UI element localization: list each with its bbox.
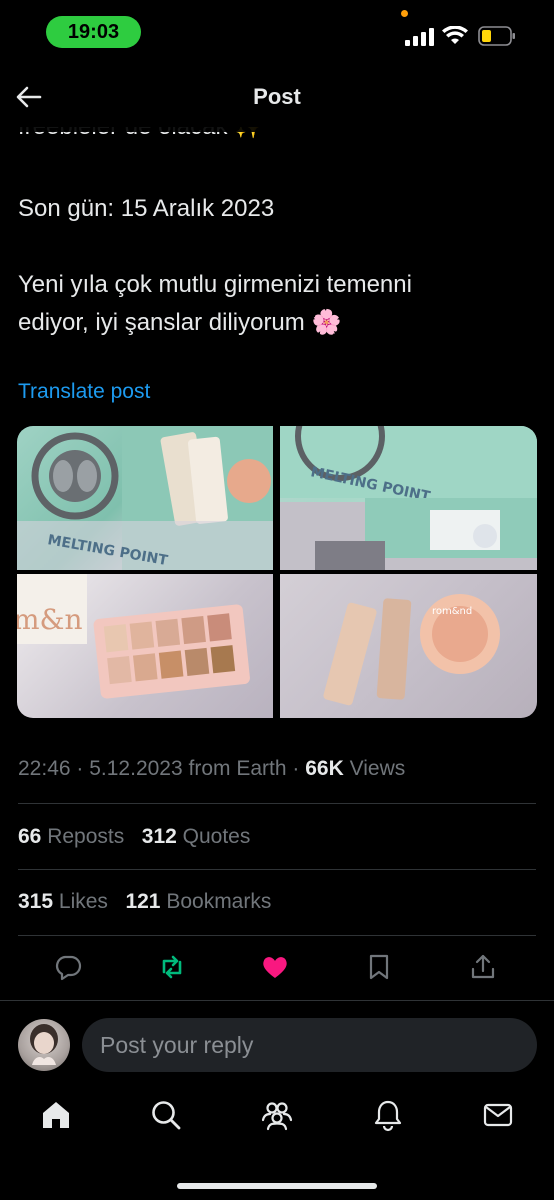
bookmarks-count: 121 xyxy=(125,890,161,913)
engagement-stats-row-1: 66 Reposts 312 Quotes xyxy=(18,825,250,849)
engagement-stats-row-2: 315 Likes 121 Bookmarks xyxy=(18,890,271,914)
post-text-line-2: ediyor, iyi şanslar diliyorum 🌸 xyxy=(18,309,342,336)
search-icon[interactable] xyxy=(149,1098,183,1132)
bookmarks-label: Bookmarks xyxy=(166,890,272,913)
like-icon[interactable] xyxy=(260,952,290,982)
communities-icon[interactable] xyxy=(260,1098,294,1132)
bookmark-icon[interactable] xyxy=(364,952,394,982)
bookmarks-link[interactable]: 121 Bookmarks xyxy=(125,890,271,913)
post-action-bar xyxy=(0,952,554,992)
quotes-count: 312 xyxy=(141,825,177,848)
divider xyxy=(18,935,536,936)
eyeshadow-palette-photo: m&n xyxy=(17,574,250,699)
views-count: 66K xyxy=(305,757,344,780)
repost-icon[interactable] xyxy=(157,952,187,982)
status-bar: 19:03 xyxy=(0,0,554,62)
media-image-2[interactable]: MELTING POINT xyxy=(280,426,537,570)
privacy-indicator-dot xyxy=(401,10,408,17)
post-timestamp-line: 22:46 · 5.12.2023 from Earth · 66K Views xyxy=(18,757,406,780)
status-time: 19:03 xyxy=(46,16,141,48)
share-icon[interactable] xyxy=(468,952,498,982)
post-date: 5.12.2023 xyxy=(89,757,183,780)
wifi-icon xyxy=(442,26,468,44)
views-label: Views xyxy=(349,757,406,780)
messages-icon[interactable] xyxy=(481,1098,515,1132)
post-text-line-1: Yeni yıla çok mutlu girmenizi temenni xyxy=(18,271,412,298)
avatar-image xyxy=(30,1024,58,1065)
gift-box-photo: MELTING POINT xyxy=(17,426,273,570)
reposts-link[interactable]: 66 Reposts xyxy=(18,825,124,848)
likes-link[interactable]: 315 Likes xyxy=(18,890,108,913)
post-header: Post xyxy=(0,62,554,132)
post-text-deadline: Son gün: 15 Aralık 2023 xyxy=(18,195,275,222)
image3-caption: m&n xyxy=(17,603,83,636)
reposts-count: 66 xyxy=(18,825,42,848)
translate-post-link[interactable]: Translate post xyxy=(18,380,150,404)
divider xyxy=(18,869,536,870)
home-indicator[interactable] xyxy=(177,1183,377,1189)
likes-count: 315 xyxy=(18,890,54,913)
divider xyxy=(18,803,536,804)
media-grid: MELTING POINT MELTING POINT m&n rom&nd xyxy=(17,426,537,718)
post-source: from Earth xyxy=(188,757,287,780)
quotes-link[interactable]: 312 Quotes xyxy=(142,825,251,848)
post-time: 22:46 xyxy=(18,757,71,780)
reply-icon[interactable] xyxy=(53,952,83,982)
page-title: Post xyxy=(253,84,301,109)
cellular-signal-icon xyxy=(405,28,434,46)
media-image-1[interactable]: MELTING POINT xyxy=(17,426,273,570)
home-icon[interactable] xyxy=(39,1098,73,1132)
reply-composer: Post your reply xyxy=(0,1000,554,1089)
media-image-4[interactable]: rom&nd xyxy=(280,574,537,718)
reposts-label: Reposts xyxy=(47,825,125,848)
media-image-3[interactable]: m&n xyxy=(17,574,273,718)
likes-label: Likes xyxy=(58,890,108,913)
image4-caption: rom&nd xyxy=(432,606,472,617)
battery-icon xyxy=(478,26,515,46)
avatar[interactable] xyxy=(18,1019,70,1071)
quotes-label: Quotes xyxy=(182,825,251,848)
notifications-icon[interactable] xyxy=(371,1098,405,1132)
reply-input[interactable]: Post your reply xyxy=(82,1018,537,1072)
lip-tint-and-blush-photo: rom&nd xyxy=(323,594,500,706)
gift-box-open-photo: MELTING POINT xyxy=(280,426,537,570)
